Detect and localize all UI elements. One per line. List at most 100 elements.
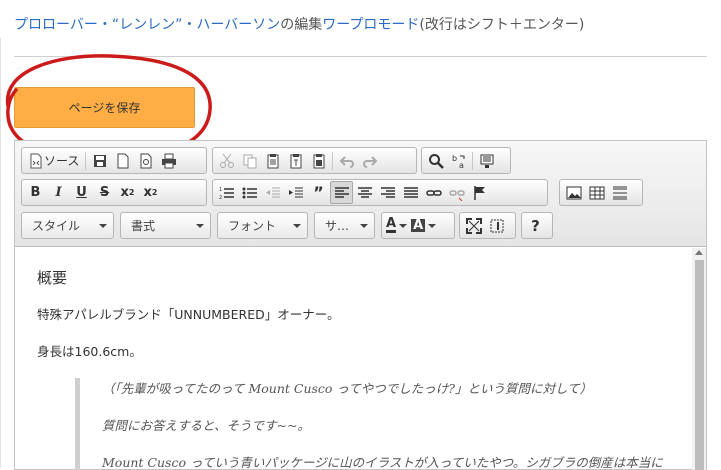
align-center-icon (357, 186, 372, 198)
anchor-button[interactable] (468, 181, 491, 204)
cut-icon (219, 153, 234, 168)
align-left-button[interactable] (330, 181, 353, 204)
superscript-button[interactable]: x2 (139, 181, 162, 204)
size-dropdown-label: サ… (325, 219, 350, 233)
editor-content[interactable]: 概要 特殊アパレルブランド「UNNUMBERED」オーナー。 身長は160.6c… (15, 248, 691, 470)
indent-icon (288, 187, 303, 197)
style-dropdown-label: スタイル (32, 219, 81, 233)
image-button[interactable] (562, 181, 585, 204)
scroll-up-arrow-icon[interactable] (695, 250, 703, 255)
bg-color-icon: A (411, 218, 426, 233)
select-all-icon (480, 154, 493, 168)
size-dropdown[interactable]: サ… (314, 212, 375, 239)
chevron-down-icon (399, 223, 408, 228)
replace-button[interactable]: ba (447, 149, 470, 172)
horizontal-rule-icon (612, 186, 627, 199)
save-icon (93, 154, 106, 167)
section-heading: 概要 (37, 269, 68, 287)
align-center-button[interactable] (353, 181, 376, 204)
toolbar-separator (85, 151, 87, 170)
outdent-button[interactable] (261, 181, 284, 204)
toolbar-separator (472, 151, 473, 170)
preview-button[interactable] (134, 149, 157, 172)
undo-button[interactable] (335, 149, 358, 172)
show-blocks-button[interactable] (485, 214, 508, 237)
chevron-down-icon (428, 223, 437, 228)
blockquote-button[interactable]: ” (307, 181, 330, 204)
subscript-button[interactable]: x2 (116, 181, 139, 204)
paste-text-button[interactable] (284, 149, 307, 172)
source-label: ソース (44, 154, 80, 168)
chevron-down-icon (99, 223, 107, 228)
undo-icon (339, 155, 354, 168)
new-page-button[interactable] (111, 149, 134, 172)
scrollbar-thumb[interactable] (695, 260, 704, 470)
clipboard-group (212, 147, 417, 174)
chevron-down-icon (196, 223, 204, 228)
italic-button[interactable]: I (47, 181, 70, 204)
cut-button[interactable] (215, 149, 238, 172)
copy-icon (243, 154, 256, 168)
redo-icon (362, 155, 377, 168)
font-dropdown[interactable]: フォント (217, 212, 308, 239)
outdent-icon (265, 187, 280, 197)
align-right-button[interactable] (376, 181, 399, 204)
bulleted-list-button[interactable] (238, 181, 261, 204)
editor-scrollbar[interactable] (692, 248, 706, 470)
help-button[interactable]: ? (524, 214, 547, 237)
table-button[interactable] (585, 181, 608, 204)
find-button[interactable] (424, 149, 447, 172)
font-dropdown-label: フォント (228, 219, 277, 233)
align-right-icon (380, 186, 395, 198)
strike-button[interactable]: S (93, 181, 116, 204)
paste-button[interactable] (261, 149, 284, 172)
style-dropdown[interactable]: スタイル (21, 212, 114, 239)
bg-color-button[interactable]: A (409, 214, 438, 237)
insert-group (559, 179, 643, 206)
horizontal-rule-button[interactable] (608, 181, 631, 204)
paste-icon (267, 153, 278, 168)
underline-button[interactable]: U (70, 181, 93, 204)
source-icon (30, 153, 42, 168)
blockquote: （「先輩が吸ってたのって Mount Cusco ってやつでしたっけ?」という質… (75, 378, 669, 470)
editor-mode-link[interactable]: ワープロモード (322, 17, 419, 33)
tools-group (459, 212, 516, 239)
newline-hint: (改行はシフト＋エンター) (419, 17, 585, 33)
print-icon (161, 153, 176, 168)
editor-toolbar: ソース ba B I U S x 2 x 2 1 2 ” スタイル 書式 フォン… (15, 141, 706, 247)
show-blocks-icon (490, 219, 503, 232)
save-doc-button[interactable] (88, 149, 111, 172)
maximize-button[interactable] (462, 214, 485, 237)
redo-button[interactable] (358, 149, 381, 172)
print-button[interactable] (157, 149, 180, 172)
find-group: ba (421, 147, 511, 174)
replace-icon: ba (452, 154, 464, 169)
page-name-link[interactable]: プロローバー・“レンレン”・ハーバーソン (14, 17, 280, 33)
flag-icon (473, 185, 485, 200)
svg-text:2: 2 (219, 195, 222, 201)
save-page-button[interactable]: ページを保存 (14, 87, 195, 128)
copy-button[interactable] (238, 149, 261, 172)
source-button[interactable]: ソース (24, 149, 83, 172)
toolbar-separator (332, 151, 333, 170)
numbered-list-button[interactable]: 12 (215, 181, 238, 204)
numbered-list-icon: 12 (219, 187, 234, 201)
paragraph: 特殊アパレルブランド「UNNUMBERED」オーナー。 (37, 307, 340, 322)
unlink-icon (448, 189, 465, 201)
paste-word-icon (313, 153, 324, 168)
quote-line: 質問にお答えすると、そうです~~。 (102, 418, 310, 433)
color-group: A A (381, 212, 455, 239)
unlink-button[interactable] (445, 181, 468, 204)
svg-text:b: b (452, 154, 457, 163)
search-icon (428, 153, 444, 169)
table-icon (589, 186, 604, 199)
indent-button[interactable] (284, 181, 307, 204)
bold-button[interactable]: B (24, 181, 47, 204)
justify-icon (403, 186, 418, 198)
text-color-button[interactable]: A (384, 214, 409, 237)
justify-button[interactable] (399, 181, 422, 204)
link-button[interactable] (422, 181, 445, 204)
paste-word-button[interactable] (307, 149, 330, 172)
select-all-button[interactable] (475, 149, 498, 172)
format-dropdown[interactable]: 書式 (120, 212, 211, 239)
